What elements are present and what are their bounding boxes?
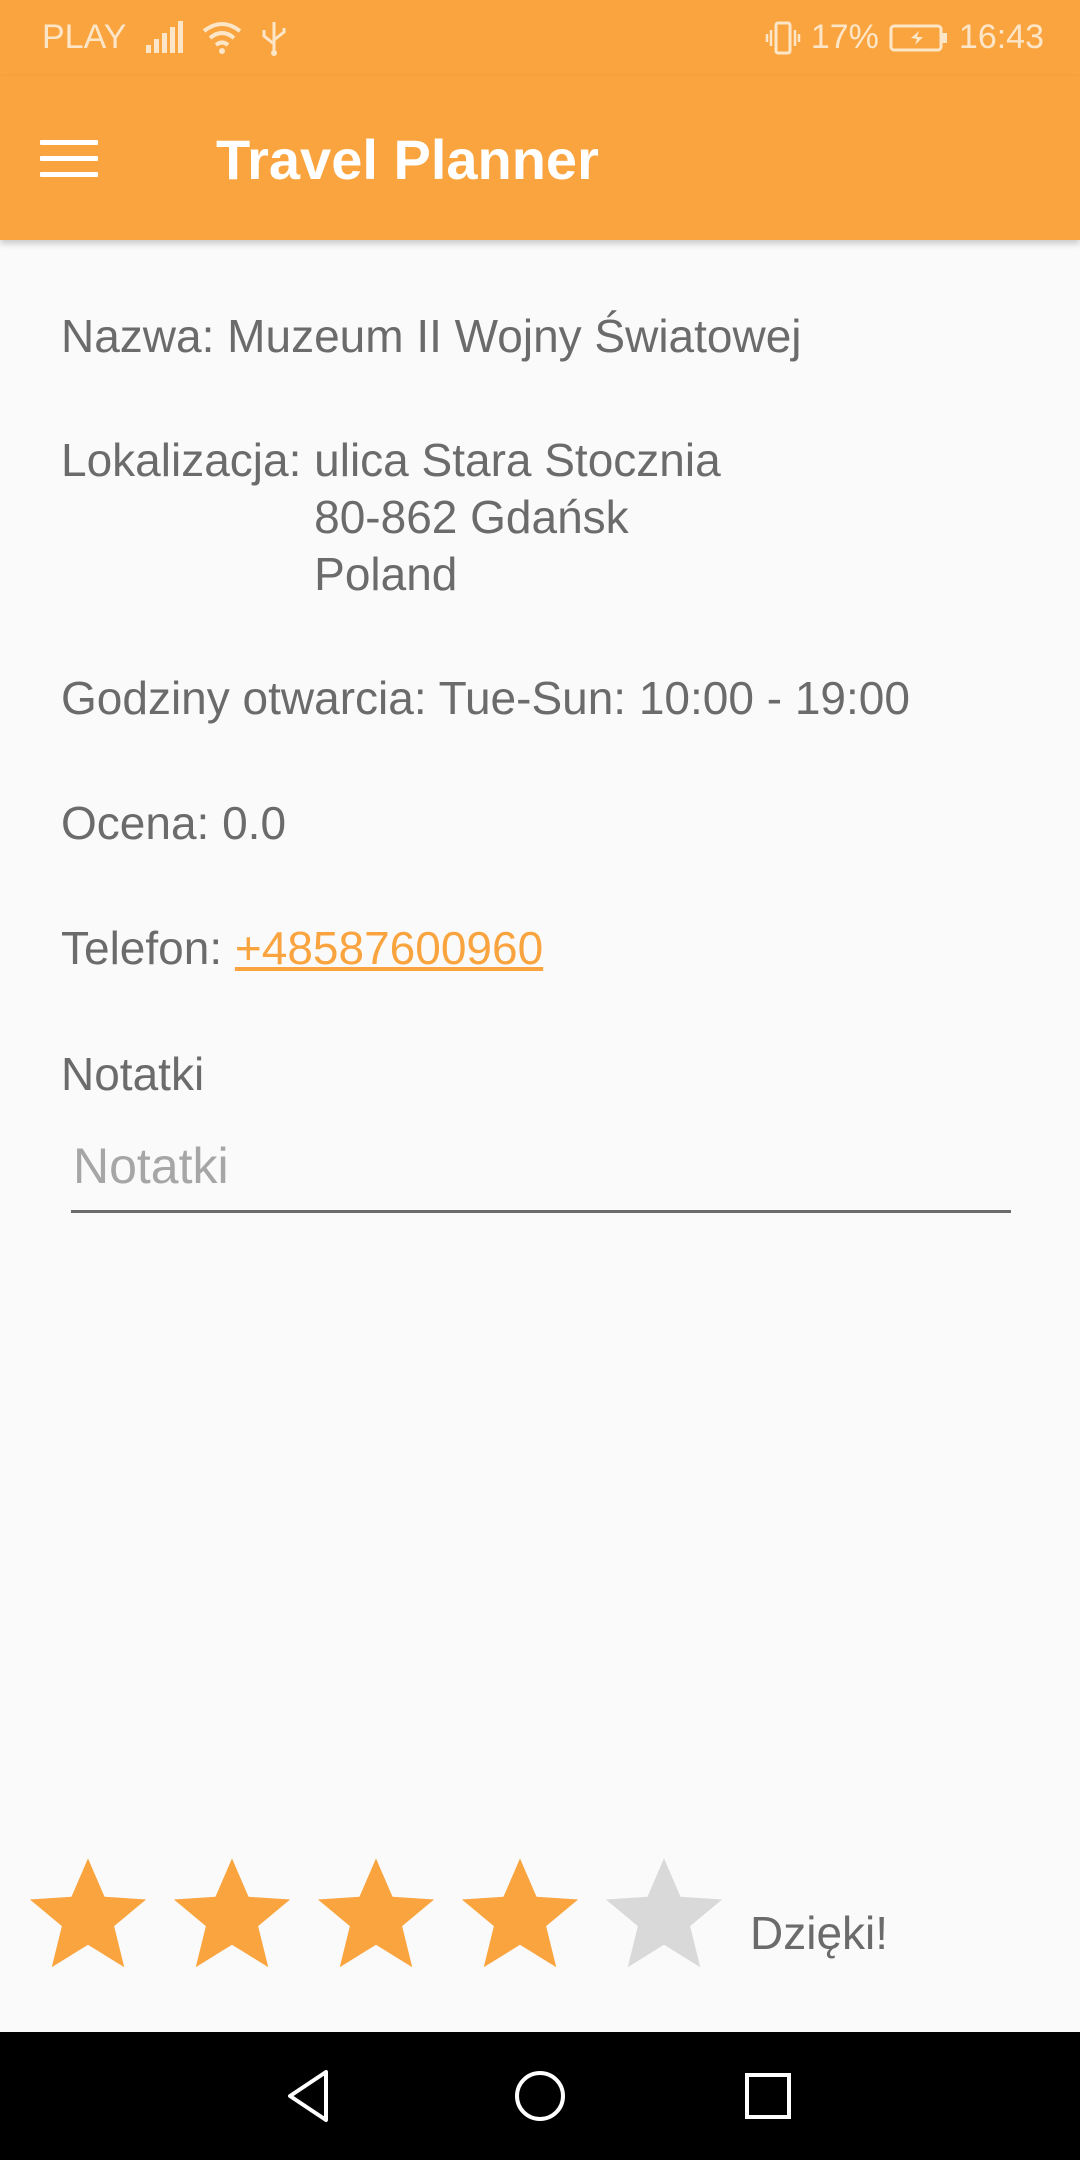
vibrate-icon: [765, 21, 801, 54]
hamburger-menu-icon[interactable]: [40, 122, 114, 194]
menu-line: [40, 139, 98, 145]
location-address: ulica Stara Stocznia 80-862 Gdańsk Polan…: [314, 432, 721, 603]
app-bar: Travel Planner: [0, 76, 1080, 240]
star-1-icon[interactable]: [24, 1852, 152, 1980]
usb-icon: [262, 21, 286, 56]
status-bar-right: 17% 16:43: [765, 18, 1044, 57]
location-label: Lokalizacja:: [61, 434, 302, 486]
recents-icon[interactable]: [734, 2062, 802, 2130]
hours-value: Tue-Sun: 10:00 - 19:00: [438, 672, 910, 724]
rating-row: Ocena: 0.0: [61, 795, 286, 852]
phone-row: Telefon: +48587600960: [61, 920, 543, 977]
phone-link[interactable]: +48587600960: [235, 922, 543, 974]
signal-icon: [146, 20, 184, 53]
notes-input[interactable]: [71, 1130, 1011, 1213]
name-label: Nazwa:: [61, 310, 215, 362]
address-line: Poland: [314, 548, 458, 600]
menu-line: [40, 171, 98, 177]
status-bar: PLAY 17% 16:43: [0, 0, 1080, 76]
battery-percent: 17%: [810, 18, 879, 56]
phone-label: Telefon:: [61, 922, 223, 974]
page-title: Travel Planner: [216, 128, 599, 191]
star-5-icon[interactable]: [600, 1852, 728, 1980]
menu-line: [40, 155, 98, 161]
home-icon[interactable]: [506, 2062, 574, 2130]
star-2-icon[interactable]: [168, 1852, 296, 1980]
rating-label: Ocena:: [61, 797, 210, 849]
star-rating-bar[interactable]: Dzięki!: [24, 1852, 1064, 1988]
navigation-bar: [0, 2032, 1080, 2160]
clock: 16:43: [958, 18, 1044, 56]
name-value: Muzeum II Wojny Światowej: [227, 310, 802, 362]
address-line: 80-862 Gdańsk: [314, 491, 629, 543]
rating-value: 0.0: [222, 797, 287, 849]
wifi-icon: [203, 21, 242, 54]
carrier-name: PLAY: [42, 18, 127, 56]
address-line: ulica Stara Stocznia: [314, 434, 721, 486]
star-3-icon[interactable]: [312, 1852, 440, 1980]
name-row: Nazwa: Muzeum II Wojny Światowej: [61, 308, 802, 365]
location-row: Lokalizacja: ulica Stara Stocznia 80-862…: [61, 432, 721, 603]
battery-icon: [889, 24, 947, 51]
status-bar-left: PLAY: [42, 18, 288, 57]
hours-label: Godziny otwarcia:: [61, 672, 427, 724]
hours-row: Godziny otwarcia: Tue-Sun: 10:00 - 19:00: [61, 670, 910, 727]
back-icon[interactable]: [276, 2062, 344, 2130]
star-4-icon[interactable]: [456, 1852, 584, 1980]
rating-thanks-text: Dzięki!: [750, 1907, 889, 1959]
notes-label: Notatki: [61, 1048, 205, 1100]
